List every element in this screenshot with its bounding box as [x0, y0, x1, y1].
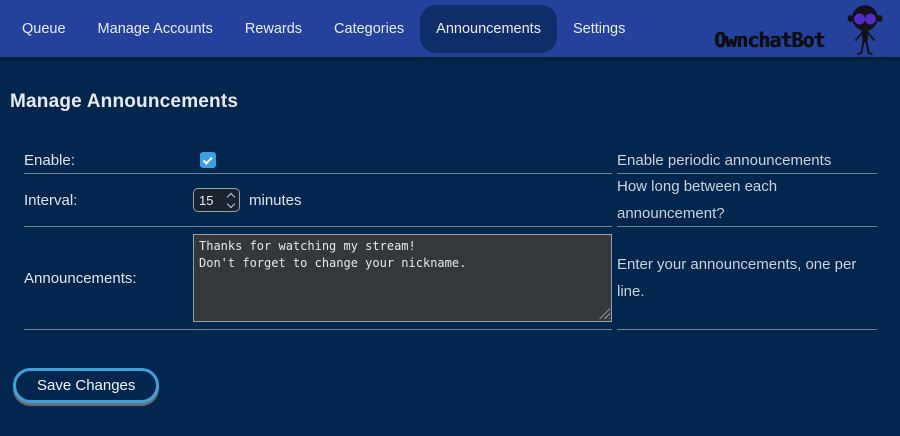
- nav-item-categories[interactable]: Categories: [318, 5, 420, 53]
- interval-input[interactable]: [194, 193, 220, 208]
- checkmark-icon: [202, 154, 212, 164]
- save-changes-button[interactable]: Save Changes: [13, 368, 159, 403]
- nav-item-rewards[interactable]: Rewards: [229, 5, 318, 53]
- form-row-announcements: Announcements: Thanks for watching my st…: [24, 227, 900, 330]
- spinner-down-icon[interactable]: [227, 199, 235, 207]
- enable-checkbox[interactable]: [200, 152, 216, 168]
- interval-input-wrapper: [193, 188, 240, 212]
- app-screen: Queue Manage Accounts Rewards Categories…: [0, 0, 900, 436]
- nav-item-announcements[interactable]: Announcements: [420, 5, 557, 53]
- nav-item-queue[interactable]: Queue: [6, 5, 82, 53]
- announcements-description: Enter your announcements, one per line.: [617, 227, 877, 330]
- brand-logo: OwnchatBot: [714, 0, 886, 57]
- nav-item-manage-accounts[interactable]: Manage Accounts: [82, 5, 229, 53]
- form-row-interval: Interval: minutes How long between each …: [24, 174, 900, 227]
- robot-mascot-icon: [844, 1, 886, 57]
- announcements-form: Enable: Enable periodic announcements In…: [24, 147, 900, 330]
- announcements-textarea[interactable]: Thanks for watching my stream! Don't for…: [193, 234, 612, 322]
- number-spinner: [228, 194, 234, 207]
- brand-name: OwnchatBot: [714, 28, 824, 52]
- form-row-enable: Enable: Enable periodic announcements: [24, 147, 900, 174]
- page-title: Manage Announcements: [10, 91, 900, 113]
- top-nav: Queue Manage Accounts Rewards Categories…: [0, 0, 900, 60]
- enable-description: Enable periodic announcements: [617, 147, 877, 174]
- interval-label: Interval:: [24, 192, 193, 209]
- announcements-label: Announcements:: [24, 270, 193, 287]
- interval-unit-label: minutes: [249, 192, 302, 209]
- enable-label: Enable:: [24, 152, 193, 169]
- interval-description: How long between each announcement?: [617, 174, 877, 227]
- nav-item-settings[interactable]: Settings: [557, 5, 641, 53]
